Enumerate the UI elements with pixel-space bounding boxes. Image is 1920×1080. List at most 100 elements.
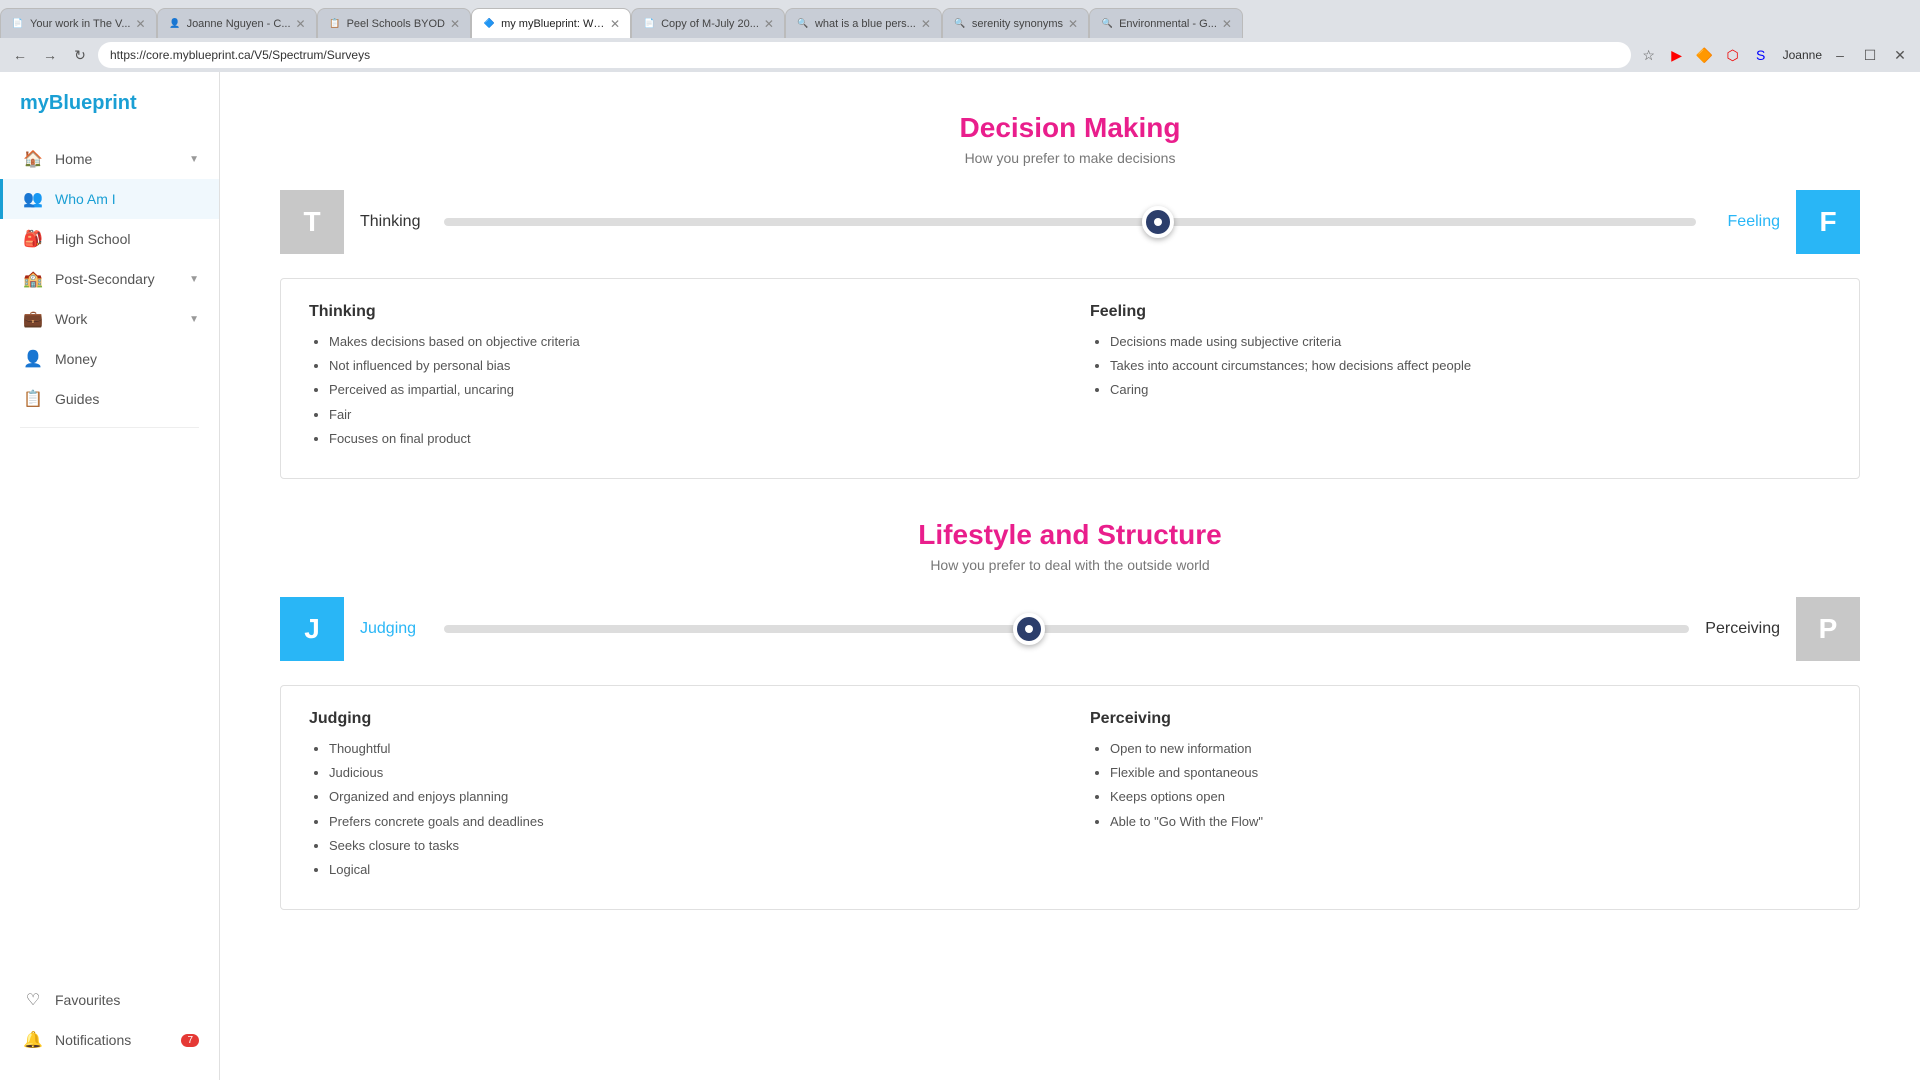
- sidebar-item-work[interactable]: 💼 Work ▼: [0, 299, 219, 339]
- nav-items: 🏠 Home ▼👥 Who Am I 🎒 High School 🏫 Post-…: [0, 139, 219, 419]
- browser-tab-tab2[interactable]: 👤 Joanne Nguyen - C... ✕: [157, 8, 317, 38]
- list-item: Thoughtful: [329, 740, 1050, 758]
- sidebar-item-label: Money: [55, 351, 97, 367]
- app-container: myBlueprint 🏠 Home ▼👥 Who Am I 🎒 High Sc…: [0, 72, 1920, 1080]
- tab-label: Joanne Nguyen - C...: [187, 18, 291, 30]
- tab-favicon: 🔍: [1100, 17, 1114, 31]
- list-item: Organized and enjoys planning: [329, 788, 1050, 806]
- sidebar-item-notifications[interactable]: 🔔 Notifications 7: [0, 1020, 219, 1060]
- decision-slider-track-container[interactable]: [444, 216, 1696, 228]
- browser-tab-tab8[interactable]: 🔍 Environmental - G... ✕: [1089, 8, 1243, 38]
- decision-slider-thumb[interactable]: [1142, 206, 1174, 238]
- lifestyle-desc-box: Judging Thoughtful Judicious Organized and…: [280, 685, 1860, 910]
- sidebar-item-post-secondary[interactable]: 🏫 Post-Secondary ▼: [0, 259, 219, 299]
- high-school-icon: 🎒: [23, 229, 43, 249]
- sidebar-bottom: ♡ Favourites 🔔 Notifications 7: [0, 980, 219, 1060]
- judging-desc-col: Judging Thoughtful Judicious Organized and…: [309, 710, 1050, 885]
- notifications-icon: 🔔: [23, 1030, 43, 1050]
- list-item: Keeps options open: [1110, 788, 1831, 806]
- sidebar-item-guides[interactable]: 📋 Guides: [0, 379, 219, 419]
- sidebar-item-favourites[interactable]: ♡ Favourites: [0, 980, 219, 1020]
- who-am-i-icon: 👥: [23, 189, 43, 209]
- browser-tab-tab1[interactable]: 📄 Your work in The V... ✕: [0, 8, 157, 38]
- sidebar-logo[interactable]: myBlueprint: [0, 92, 219, 139]
- bookmark-icon[interactable]: ☆: [1637, 43, 1661, 67]
- list-item: Fair: [329, 406, 1050, 424]
- sidebar-divider: [20, 427, 199, 428]
- perceiving-list: Open to new information Flexible and spon…: [1090, 740, 1831, 831]
- lifestyle-subtitle: How you prefer to deal with the outside …: [280, 557, 1860, 573]
- browser-tab-tab7[interactable]: 🔍 serenity synonyms ✕: [942, 8, 1089, 38]
- lifestyle-title: Lifestyle and Structure: [280, 519, 1860, 551]
- bottom-nav-items: ♡ Favourites 🔔 Notifications 7: [0, 980, 219, 1060]
- thinking-desc-col: Thinking Makes decisions based on object…: [309, 303, 1050, 454]
- tab-close-button[interactable]: ✕: [610, 17, 620, 31]
- tab-favicon: 👤: [168, 17, 182, 31]
- feeling-desc-col: Feeling Decisions made using subjective …: [1090, 303, 1831, 454]
- notification-badge: 7: [181, 1034, 199, 1047]
- tab-close-button[interactable]: ✕: [296, 17, 306, 31]
- toolbar-icons: ☆ ▶ 🔶 ⬡ S: [1637, 43, 1773, 67]
- list-item: Focuses on final product: [329, 430, 1050, 448]
- feeling-heading: Feeling: [1090, 303, 1831, 321]
- tab-label: Copy of M-July 20...: [661, 18, 759, 30]
- maximize-button[interactable]: ☐: [1858, 43, 1882, 67]
- browser-tab-tab4[interactable]: 🔷 my myBlueprint: Who... ✕: [471, 8, 631, 38]
- list-item: Not influenced by personal bias: [329, 357, 1050, 375]
- tab-favicon: 📋: [328, 17, 342, 31]
- feeling-list: Decisions made using subjective criteria…: [1090, 333, 1831, 400]
- forward-button[interactable]: →: [38, 43, 62, 67]
- list-item: Open to new information: [1110, 740, 1831, 758]
- list-item: Decisions made using subjective criteria: [1110, 333, 1831, 351]
- youtube-icon[interactable]: ▶: [1665, 43, 1689, 67]
- ext-icon-3[interactable]: S: [1749, 43, 1773, 67]
- address-input[interactable]: [98, 42, 1631, 68]
- browser-tab-tab3[interactable]: 📋 Peel Schools BYOD ✕: [317, 8, 472, 38]
- sidebar-item-money[interactable]: 👤 Money: [0, 339, 219, 379]
- ext-icon-1[interactable]: 🔶: [1693, 43, 1717, 67]
- judging-label: Judging: [344, 620, 444, 638]
- username-label: Joanne: [1783, 48, 1822, 62]
- thinking-label: Thinking: [344, 213, 444, 231]
- perceiving-desc-col: Perceiving Open to new information Flexib…: [1090, 710, 1831, 885]
- list-item: Logical: [329, 861, 1050, 879]
- minimize-button[interactable]: –: [1828, 43, 1852, 67]
- tab-close-button[interactable]: ✕: [921, 17, 931, 31]
- tab-close-button[interactable]: ✕: [1222, 17, 1232, 31]
- browser-tab-tab6[interactable]: 🔍 what is a blue pers... ✕: [785, 8, 942, 38]
- tab-favicon: 📄: [642, 17, 656, 31]
- tab-close-button[interactable]: ✕: [136, 17, 146, 31]
- thinking-list: Makes decisions based on objective crite…: [309, 333, 1050, 448]
- judging-list: Thoughtful Judicious Organized and enjoys …: [309, 740, 1050, 879]
- perceiving-heading: Perceiving: [1090, 710, 1831, 728]
- tab-close-button[interactable]: ✕: [450, 17, 460, 31]
- favourites-icon: ♡: [23, 990, 43, 1010]
- chevron-down-icon: ▼: [189, 274, 199, 285]
- list-item: Caring: [1110, 381, 1831, 399]
- browser-tab-tab5[interactable]: 📄 Copy of M-July 20... ✕: [631, 8, 785, 38]
- perceiving-letter-box: P: [1796, 597, 1860, 661]
- sidebar-item-label: Post-Secondary: [55, 271, 155, 287]
- perceiving-label: Perceiving: [1689, 620, 1796, 638]
- main-content: Decision Making How you prefer to make d…: [220, 72, 1920, 1080]
- close-button[interactable]: ✕: [1888, 43, 1912, 67]
- sidebar-item-who-am-i[interactable]: 👥 Who Am I: [0, 179, 219, 219]
- list-item: Prefers concrete goals and deadlines: [329, 813, 1050, 831]
- lifestyle-slider-row: J Judging Perceiving P: [280, 597, 1860, 661]
- tab-close-button[interactable]: ✕: [1068, 17, 1078, 31]
- ext-icon-2[interactable]: ⬡: [1721, 43, 1745, 67]
- lifestyle-slider-thumb[interactable]: [1013, 613, 1045, 645]
- lifestyle-section: Lifestyle and Structure How you prefer t…: [280, 519, 1860, 910]
- tab-close-button[interactable]: ✕: [764, 17, 774, 31]
- list-item: Able to "Go With the Flow": [1110, 813, 1831, 831]
- list-item: Flexible and spontaneous: [1110, 764, 1831, 782]
- judging-heading: Judging: [309, 710, 1050, 728]
- list-item: Judicious: [329, 764, 1050, 782]
- sidebar-item-home[interactable]: 🏠 Home ▼: [0, 139, 219, 179]
- sidebar-item-high-school[interactable]: 🎒 High School: [0, 219, 219, 259]
- tab-favicon: 🔷: [482, 17, 496, 31]
- reload-button[interactable]: ↻: [68, 43, 92, 67]
- back-button[interactable]: ←: [8, 43, 32, 67]
- chevron-down-icon: ▼: [189, 154, 199, 165]
- lifestyle-slider-track-container[interactable]: [444, 623, 1689, 635]
